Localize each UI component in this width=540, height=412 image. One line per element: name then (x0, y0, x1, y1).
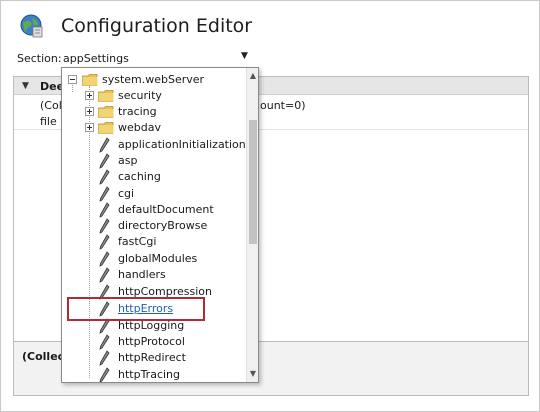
folder-icon (98, 122, 114, 134)
config-element-icon (99, 169, 110, 185)
tree-node-label: security (118, 89, 162, 102)
config-element-icon (99, 234, 110, 250)
tree-node-asp[interactable]: asp (62, 153, 248, 169)
collapse-icon[interactable] (68, 75, 77, 84)
tree-node-label: cgi (118, 187, 135, 200)
configuration-editor-window: Configuration Editor Section: appSetting… (0, 0, 540, 412)
tree-node-directory-browse[interactable]: directoryBrowse (62, 218, 248, 234)
tree-node-caching[interactable]: caching (62, 169, 248, 185)
chevron-up-icon[interactable]: ▲ (248, 70, 258, 82)
globe-icon (20, 14, 43, 38)
expand-icon[interactable] (85, 91, 94, 100)
tree-node-default-document[interactable]: defaultDocument (62, 202, 248, 218)
config-element-icon (99, 251, 110, 267)
tree-node-label: globalModules (118, 252, 198, 265)
property-value[interactable]: ount=0) (260, 99, 306, 112)
tree-node-fast-cgi[interactable]: fastCgi (62, 234, 248, 250)
tree-node-webdav[interactable]: webdav (62, 120, 248, 136)
vertical-scrollbar[interactable]: ▲ ▼ (246, 68, 258, 382)
tree-node-security[interactable]: security (62, 88, 248, 104)
config-element-icon (99, 202, 110, 218)
tree-node-http-redirect[interactable]: httpRedirect (62, 350, 248, 366)
tree-node-system-webserver[interactable]: system.webServer (62, 72, 248, 88)
tree-node-label: defaultDocument (118, 203, 214, 216)
section-label: Section: (17, 52, 62, 65)
chevron-down-icon[interactable]: ▼ (241, 51, 248, 61)
config-element-icon (99, 137, 110, 153)
expand-icon[interactable] (85, 107, 94, 116)
tree-node-http-tracing[interactable]: httpTracing (62, 367, 248, 382)
tree-node-label: caching (118, 170, 161, 183)
tree-node-label: httpRedirect (118, 351, 186, 364)
tree-node-label: system.webServer (102, 73, 205, 86)
config-element-icon (99, 186, 110, 202)
config-element-icon (99, 350, 110, 366)
section-tree-dropdown[interactable]: system.webServer security tracing webdav… (61, 67, 259, 383)
config-element-icon (99, 334, 110, 350)
tree-node-label: webdav (118, 121, 161, 134)
folder-icon (98, 90, 114, 102)
config-element-icon (99, 301, 110, 317)
tree-node-label: httpTracing (118, 368, 181, 381)
page-title: Configuration Editor (61, 15, 253, 37)
property-name[interactable]: file (40, 115, 57, 128)
folder-icon (98, 106, 114, 118)
tree-node-cgi[interactable]: cgi (62, 186, 248, 202)
tree-node-label: directoryBrowse (118, 219, 208, 232)
folder-icon (82, 74, 98, 86)
scrollbar-thumb[interactable] (249, 120, 257, 244)
config-element-icon (99, 218, 110, 234)
tree-node-label: handlers (118, 268, 166, 281)
config-element-icon (99, 153, 110, 169)
tree-node-label: fastCgi (118, 235, 157, 248)
config-element-icon (99, 318, 110, 334)
tree-node-global-modules[interactable]: globalModules (62, 251, 248, 267)
tree-node-label: httpProtocol (118, 335, 185, 348)
tree-node-handlers[interactable]: handlers (62, 267, 248, 283)
tree-node-label[interactable]: httpErrors (118, 302, 173, 315)
config-element-icon (99, 367, 110, 382)
tree-node-http-errors[interactable]: httpErrors (62, 301, 248, 317)
chevron-down-icon[interactable]: ▼ (248, 368, 258, 380)
tree-node-label: tracing (118, 105, 157, 118)
collapse-icon[interactable]: ▼ (22, 81, 29, 91)
tree-node-tracing[interactable]: tracing (62, 104, 248, 120)
config-element-icon (99, 267, 110, 283)
tree-node-label: httpCompression (118, 285, 212, 298)
tree-node-http-compression[interactable]: httpCompression (62, 284, 248, 300)
tree-node-label: httpLogging (118, 319, 185, 332)
property-name[interactable]: (Col (40, 99, 62, 112)
expand-icon[interactable] (85, 123, 94, 132)
tree-node-label: asp (118, 154, 138, 167)
tree-node-http-logging[interactable]: httpLogging (62, 318, 248, 334)
tree-node-label: applicationInitialization (118, 138, 246, 151)
tree-node-application-initialization[interactable]: applicationInitialization (62, 137, 248, 153)
config-element-icon (99, 284, 110, 300)
section-select[interactable]: appSettings (63, 52, 129, 65)
tree-node-http-protocol[interactable]: httpProtocol (62, 334, 248, 350)
